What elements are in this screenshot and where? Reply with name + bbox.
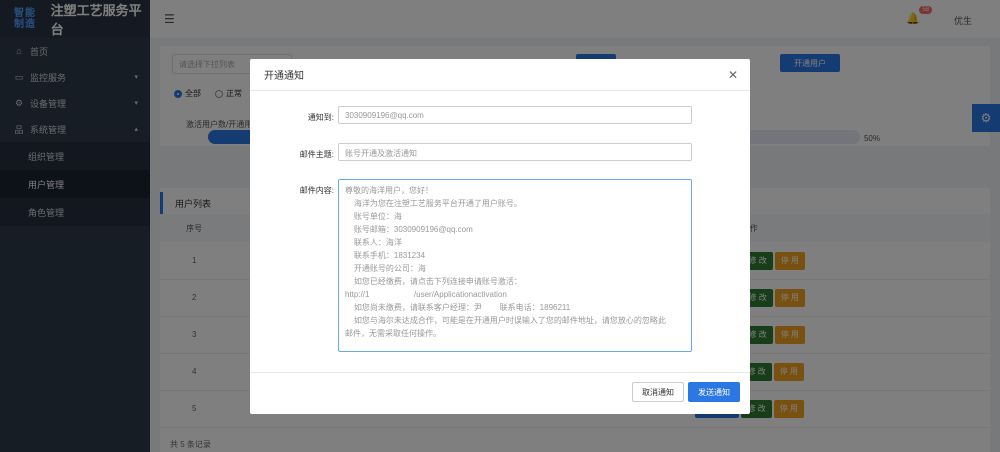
close-icon[interactable]: ✕: [728, 68, 738, 82]
content-line: 开通账号的公司：海: [345, 264, 426, 273]
content-line: http://1 /user/Applicationactivation: [345, 290, 507, 299]
form-row-to: 通知到: 3030909196@qq.com: [250, 106, 692, 124]
dialog-header: 开通通知 ✕: [250, 59, 750, 91]
dialog-title: 开通通知: [264, 71, 304, 82]
content-line: 账号邮箱：3030909196@qq.com: [345, 225, 473, 234]
notify-dialog: 开通通知 ✕ 通知到: 3030909196@qq.com 邮件主题: 账号开通…: [250, 59, 750, 414]
form-row-subject: 邮件主题: 账号开通及激活通知: [250, 143, 692, 161]
content-line: 邮件，无需采取任何操作。: [345, 329, 441, 338]
content-line: 联系人：海洋: [345, 238, 402, 247]
content-line: 如您已经缴费，请点击下列连接申请账号激活：: [345, 277, 522, 286]
content-label: 邮件内容:: [299, 186, 334, 195]
content-line: 账号单位：海: [345, 212, 402, 221]
subject-label: 邮件主题:: [299, 150, 334, 159]
content-line: 海洋为您在注塑工艺服务平台开通了用户账号。: [345, 199, 522, 208]
content-line: 尊敬的海洋用户，您好！: [345, 186, 433, 195]
to-email-field[interactable]: 3030909196@qq.com: [338, 106, 692, 124]
cancel-notify-button[interactable]: 取消通知: [632, 382, 684, 402]
content-line: [345, 340, 685, 351]
send-notify-button[interactable]: 发送通知: [688, 382, 740, 402]
content-line: 联系手机：1831234: [345, 251, 426, 260]
content-line: 如您尚未缴费，请联系客户经理：尹 联系电话：1896211: [345, 303, 571, 312]
dialog-footer: 取消通知 发送通知: [250, 372, 750, 414]
form-row-content: 邮件内容: 尊敬的海洋用户，您好！ 海洋为您在注塑工艺服务平台开通了用户账号。 …: [250, 179, 692, 352]
subject-field[interactable]: 账号开通及激活通知: [338, 143, 692, 161]
content-line: 如您与海尔未达成合作，可能是在开通用户时误输入了您的邮件地址，请您放心的忽略此: [345, 316, 666, 325]
content-textarea[interactable]: 尊敬的海洋用户，您好！ 海洋为您在注塑工艺服务平台开通了用户账号。 账号单位：海…: [338, 179, 692, 352]
to-label: 通知到:: [307, 113, 334, 122]
